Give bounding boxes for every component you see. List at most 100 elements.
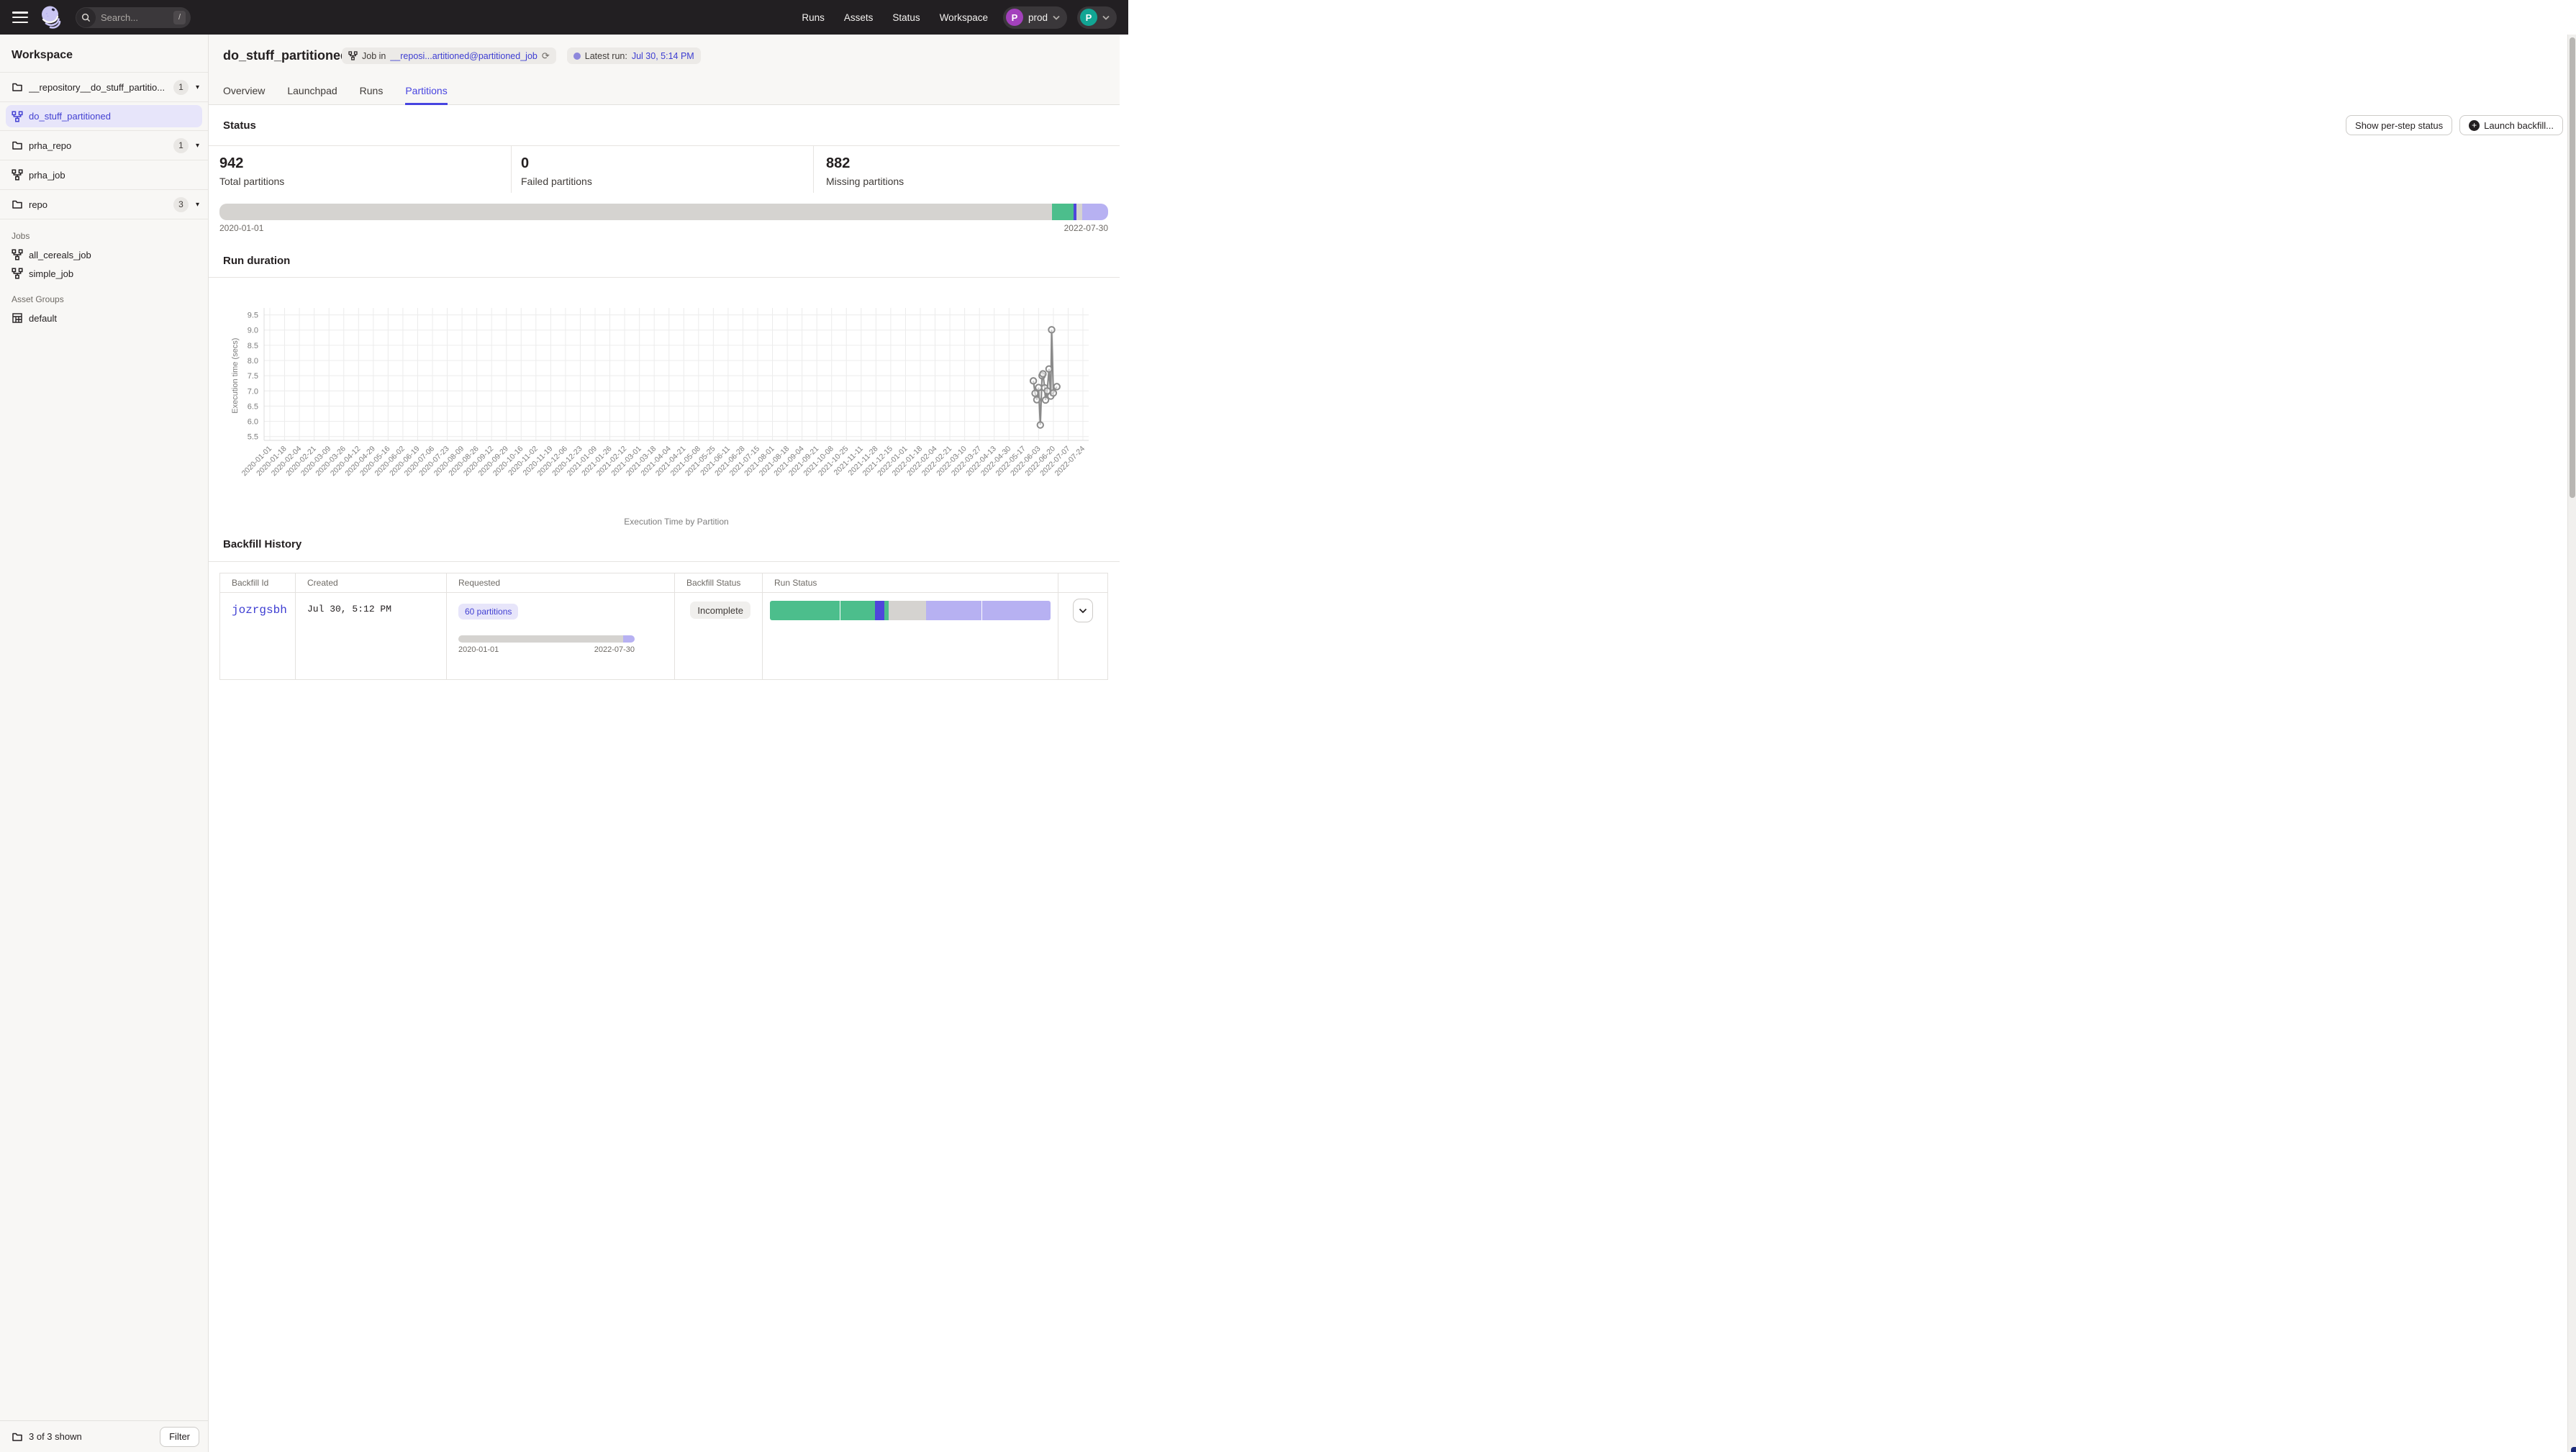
- partition-range-end: 2022-07-30: [1064, 223, 1108, 233]
- latest-run-link[interactable]: Jul 30, 5:14 PM: [632, 51, 694, 61]
- job-count-badge: 3: [173, 197, 189, 212]
- bar-segment-blue: [875, 601, 884, 620]
- caret-down-icon[interactable]: ▾: [196, 201, 199, 209]
- latest-run-label: Latest run:: [585, 51, 627, 61]
- svg-text:6.0: 6.0: [248, 418, 258, 427]
- bar-segment-gray: [219, 204, 1052, 220]
- sidebar-item-label: prha_repo: [29, 140, 173, 151]
- requested-partitions-badge: 60 partitions: [458, 604, 518, 620]
- latest-run-badge: Latest run: Jul 30, 5:14 PM: [567, 47, 701, 64]
- user-menu[interactable]: P: [1077, 6, 1117, 29]
- bar-segment-green: [840, 601, 875, 620]
- launch-backfill-button[interactable]: + Launch backfill...: [2459, 115, 2563, 135]
- menu-icon[interactable]: [12, 12, 28, 23]
- folder-icon: [12, 199, 23, 210]
- created-cell: Jul 30, 5:12 PM: [296, 593, 447, 679]
- refresh-icon[interactable]: ⟳: [542, 51, 550, 60]
- deployment-label: prod: [1028, 12, 1048, 23]
- requested-range-start: 2020-01-01: [458, 645, 499, 654]
- deployment-switcher[interactable]: P prod: [1003, 6, 1067, 29]
- job-icon: [12, 111, 23, 122]
- nav-link-assets[interactable]: Assets: [844, 12, 874, 23]
- nav-link-runs[interactable]: Runs: [802, 12, 825, 23]
- run-duration-chart: 2020-01-012020-01-182020-02-042020-02-21…: [209, 288, 1120, 537]
- column-header-backfill-status: Backfill Status: [675, 573, 763, 592]
- column-header-requested: Requested: [447, 573, 675, 592]
- column-header-backfill-id: Backfill Id: [220, 573, 296, 592]
- svg-text:7.5: 7.5: [248, 372, 258, 381]
- caret-down-icon[interactable]: ▾: [196, 142, 199, 150]
- column-header-action: [1058, 573, 1107, 592]
- vertical-scrollbar: [2567, 35, 2576, 1452]
- job-origin-prefix: Job in: [362, 51, 386, 61]
- requested-progress-bar: [458, 635, 635, 643]
- search-input[interactable]: Search... /: [76, 7, 191, 28]
- job-origin-link[interactable]: __reposi...artitioned@partitioned_job: [390, 51, 538, 61]
- sidebar-item-default[interactable]: default: [0, 309, 208, 327]
- tab-overview[interactable]: Overview: [223, 85, 265, 105]
- divider: [813, 145, 814, 193]
- section-label-jobs: Jobs: [0, 219, 208, 245]
- expand-row-button[interactable]: [1073, 599, 1093, 622]
- sidebar-item-__repository__do_stuff_partitio...[interactable]: __repository__do_stuff_partitio...1 ▾: [0, 73, 208, 102]
- sidebar-footer: 3 of 3 shown Filter: [0, 1420, 208, 1452]
- sidebar-item-prha_job[interactable]: prha_job: [0, 160, 208, 190]
- folder-icon: [12, 81, 23, 93]
- deployment-avatar: P: [1006, 9, 1023, 26]
- filter-button[interactable]: Filter: [160, 1427, 199, 1447]
- page-header: do_stuff_partitioned Job in __reposi...a…: [209, 35, 1120, 105]
- search-icon: [76, 8, 96, 27]
- bar-segment-lavender: [926, 601, 981, 620]
- svg-text:7.0: 7.0: [248, 387, 258, 396]
- bar-segment-lavender: [623, 635, 635, 643]
- sidebar-item-label: __repository__do_stuff_partitio...: [29, 82, 173, 93]
- sidebar-item-repo[interactable]: repo3 ▾: [0, 190, 208, 219]
- sidebar-item-label: repo: [29, 199, 173, 210]
- tab-partitions[interactable]: Partitions: [405, 85, 447, 105]
- top-navbar: Search... / Runs Assets Status Workspace…: [0, 0, 1128, 35]
- table-header-row: Backfill IdCreatedRequestedBackfill Stat…: [220, 573, 1107, 593]
- backfill-id-link[interactable]: jozrgsbh: [232, 604, 287, 617]
- chevron-down-icon: [1102, 15, 1110, 20]
- requested-range-end: 2022-07-30: [594, 645, 635, 654]
- row-action-cell: [1058, 593, 1107, 679]
- job-origin-badge: Job in __reposi...artitioned@partitioned…: [342, 47, 556, 64]
- sidebar-item-prha_repo[interactable]: prha_repo1▾: [0, 131, 208, 160]
- bar-segment-gray: [1076, 204, 1083, 220]
- sidebar-item-label: all_cereals_job: [29, 250, 91, 260]
- nav-link-status[interactable]: Status: [892, 12, 920, 23]
- column-header-run-status: Run Status: [763, 573, 1058, 592]
- workspace-sidebar: Workspace __repository__do_stuff_partiti…: [0, 35, 209, 1452]
- sidebar-item-label: simple_job: [29, 268, 73, 279]
- caret-down-icon[interactable]: ▾: [196, 83, 199, 91]
- stat-total-partitions: 942Total partitions: [219, 155, 284, 187]
- column-header-created: Created: [296, 573, 447, 592]
- svg-text:9.5: 9.5: [248, 312, 258, 320]
- backfill-status-badge: Incomplete: [690, 602, 750, 619]
- tab-bar: Overview Launchpad Runs Partitions: [223, 85, 448, 105]
- sidebar-item-all_cereals_job[interactable]: all_cereals_job: [0, 245, 208, 264]
- chevron-down-icon: [1079, 608, 1087, 614]
- scrollbar-thumb[interactable]: [2570, 37, 2575, 498]
- svg-text:5.5: 5.5: [248, 433, 258, 442]
- show-per-step-status-button[interactable]: Show per-step status: [2346, 115, 2452, 135]
- sidebar-item-simple_job[interactable]: simple_job: [0, 264, 208, 283]
- run-status-bar: [770, 601, 1051, 620]
- divider: [209, 277, 1120, 278]
- tab-runs[interactable]: Runs: [360, 85, 384, 105]
- run-duration-heading: Run duration: [223, 255, 290, 267]
- job-count-badge: 1: [173, 80, 189, 95]
- bar-segment-lavender: [1082, 204, 1108, 220]
- nav-link-workspace[interactable]: Workspace: [940, 12, 988, 23]
- run-status-dot: [573, 53, 581, 60]
- svg-text:9.0: 9.0: [248, 327, 258, 335]
- job-icon: [12, 268, 23, 279]
- repos-shown-count: 3 of 3 shown: [29, 1431, 160, 1442]
- workspace-list: __repository__do_stuff_partitio...1 ▾ do_s…: [0, 73, 208, 219]
- backfill-history-table: Backfill IdCreatedRequestedBackfill Stat…: [219, 573, 1108, 680]
- svg-text:8.0: 8.0: [248, 357, 258, 366]
- divider: [209, 561, 1120, 562]
- sidebar-item-do_stuff_partitioned[interactable]: do_stuff_partitioned: [0, 102, 208, 130]
- tab-launchpad[interactable]: Launchpad: [287, 85, 337, 105]
- asset-group-icon: [12, 312, 23, 324]
